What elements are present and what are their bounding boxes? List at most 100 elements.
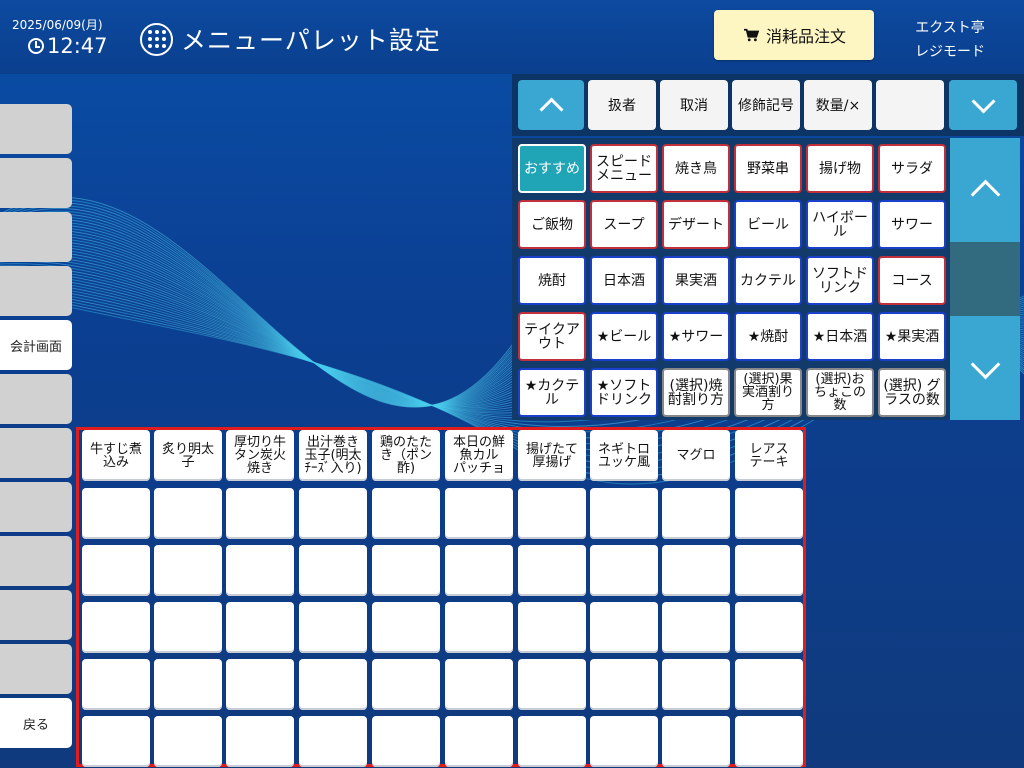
category-button[interactable]: ハイボー ル [806, 200, 874, 249]
empty-menu-slot[interactable] [299, 488, 367, 539]
supplies-order-button[interactable]: 消耗品注文 [714, 10, 874, 60]
sidebar-slot-button[interactable] [0, 644, 72, 694]
category-button[interactable]: ★果実酒 [878, 312, 946, 361]
category-button[interactable]: (選択)お ちょこの 数 [806, 368, 874, 417]
category-button[interactable]: 野菜串 [734, 144, 802, 193]
empty-menu-slot[interactable] [154, 659, 222, 710]
category-button[interactable]: ★ソフト ドリンク [590, 368, 658, 417]
empty-menu-slot[interactable] [518, 545, 586, 596]
empty-menu-slot[interactable] [154, 602, 222, 653]
category-button[interactable]: カクテル [734, 256, 802, 305]
empty-menu-slot[interactable] [226, 716, 294, 767]
category-button[interactable]: スピード メニュー [590, 144, 658, 193]
category-button[interactable]: (選択) グ ラスの数 [878, 368, 946, 417]
category-button[interactable]: おすすめ [518, 144, 586, 193]
sidebar-slot-button[interactable] [0, 104, 72, 154]
category-button[interactable]: 焼き鳥 [662, 144, 730, 193]
empty-menu-slot[interactable] [518, 659, 586, 710]
empty-menu-slot[interactable] [445, 716, 513, 767]
category-scroll-down-button[interactable] [950, 316, 1020, 420]
empty-menu-slot[interactable] [735, 602, 803, 653]
empty-menu-slot[interactable] [154, 545, 222, 596]
quantity-button[interactable]: 数量/× [804, 80, 872, 130]
empty-menu-slot[interactable] [590, 716, 658, 767]
empty-menu-slot[interactable] [82, 716, 150, 767]
cancel-button[interactable]: 取消 [660, 80, 728, 130]
category-button[interactable]: 揚げ物 [806, 144, 874, 193]
empty-menu-slot[interactable] [372, 659, 440, 710]
empty-menu-slot[interactable] [154, 716, 222, 767]
category-button[interactable]: 日本酒 [590, 256, 658, 305]
empty-menu-slot[interactable] [662, 716, 730, 767]
sidebar-slot-button[interactable] [0, 428, 72, 478]
category-scroll-up-button[interactable] [950, 138, 1020, 242]
sidebar-slot-button[interactable] [0, 482, 72, 532]
empty-menu-slot[interactable] [518, 602, 586, 653]
category-button[interactable]: ★ビール [590, 312, 658, 361]
empty-menu-slot[interactable] [518, 716, 586, 767]
empty-menu-slot[interactable] [735, 545, 803, 596]
category-button[interactable]: 果実酒 [662, 256, 730, 305]
back-button[interactable]: 戻る [0, 698, 72, 748]
sidebar-slot-button[interactable] [0, 536, 72, 586]
category-button[interactable]: テイクア ウト [518, 312, 586, 361]
empty-menu-slot[interactable] [299, 545, 367, 596]
category-button[interactable]: サラダ [878, 144, 946, 193]
empty-menu-slot[interactable] [735, 488, 803, 539]
empty-menu-slot[interactable] [82, 488, 150, 539]
empty-menu-slot[interactable] [590, 602, 658, 653]
empty-menu-slot[interactable] [299, 716, 367, 767]
category-button[interactable]: 焼酎 [518, 256, 586, 305]
sidebar-slot-button[interactable] [0, 266, 72, 316]
empty-menu-slot[interactable] [735, 716, 803, 767]
operator-button[interactable]: 扱者 [588, 80, 656, 130]
modifier-button[interactable]: 修飾記号 [732, 80, 800, 130]
sidebar-slot-button[interactable] [0, 374, 72, 424]
empty-menu-slot[interactable] [372, 488, 440, 539]
category-button[interactable]: スープ [590, 200, 658, 249]
category-button[interactable]: (選択)果 実酒割り 方 [734, 368, 802, 417]
empty-menu-slot[interactable] [590, 659, 658, 710]
page-up-button[interactable] [518, 80, 584, 130]
empty-menu-slot[interactable] [154, 488, 222, 539]
empty-menu-slot[interactable] [226, 488, 294, 539]
category-button[interactable]: ビール [734, 200, 802, 249]
empty-menu-slot[interactable] [226, 602, 294, 653]
empty-menu-slot[interactable] [226, 545, 294, 596]
empty-menu-slot[interactable] [662, 602, 730, 653]
category-button[interactable]: ★焼酎 [734, 312, 802, 361]
empty-menu-slot[interactable] [82, 659, 150, 710]
empty-menu-slot[interactable] [445, 545, 513, 596]
category-button[interactable]: ソフトド リンク [806, 256, 874, 305]
category-button[interactable]: ★カクテ ル [518, 368, 586, 417]
empty-menu-slot[interactable] [82, 545, 150, 596]
sidebar-slot-button[interactable] [0, 158, 72, 208]
category-button[interactable]: デザート [662, 200, 730, 249]
empty-menu-slot[interactable] [82, 602, 150, 653]
empty-menu-slot[interactable] [372, 602, 440, 653]
empty-menu-slot[interactable] [662, 488, 730, 539]
category-button[interactable]: ★サワー [662, 312, 730, 361]
empty-menu-slot[interactable] [445, 488, 513, 539]
empty-menu-slot[interactable] [445, 659, 513, 710]
empty-menu-slot[interactable] [226, 659, 294, 710]
category-button[interactable]: サワー [878, 200, 946, 249]
category-button[interactable]: ★日本酒 [806, 312, 874, 361]
blank-function-button[interactable] [876, 80, 944, 130]
empty-menu-slot[interactable] [662, 659, 730, 710]
category-button[interactable]: ご飯物 [518, 200, 586, 249]
page-down-button[interactable] [949, 80, 1017, 130]
empty-menu-slot[interactable] [372, 545, 440, 596]
empty-menu-slot[interactable] [299, 602, 367, 653]
category-scroll-thumb[interactable] [950, 242, 1020, 316]
empty-menu-slot[interactable] [445, 602, 513, 653]
empty-menu-slot[interactable] [518, 488, 586, 539]
category-button[interactable]: (選択)焼 酎割り方 [662, 368, 730, 417]
empty-menu-slot[interactable] [372, 716, 440, 767]
empty-menu-slot[interactable] [590, 488, 658, 539]
empty-menu-slot[interactable] [299, 659, 367, 710]
checkout-screen-button[interactable]: 会計画面 [0, 320, 72, 370]
category-button[interactable]: コース [878, 256, 946, 305]
sidebar-slot-button[interactable] [0, 212, 72, 262]
empty-menu-slot[interactable] [735, 659, 803, 710]
